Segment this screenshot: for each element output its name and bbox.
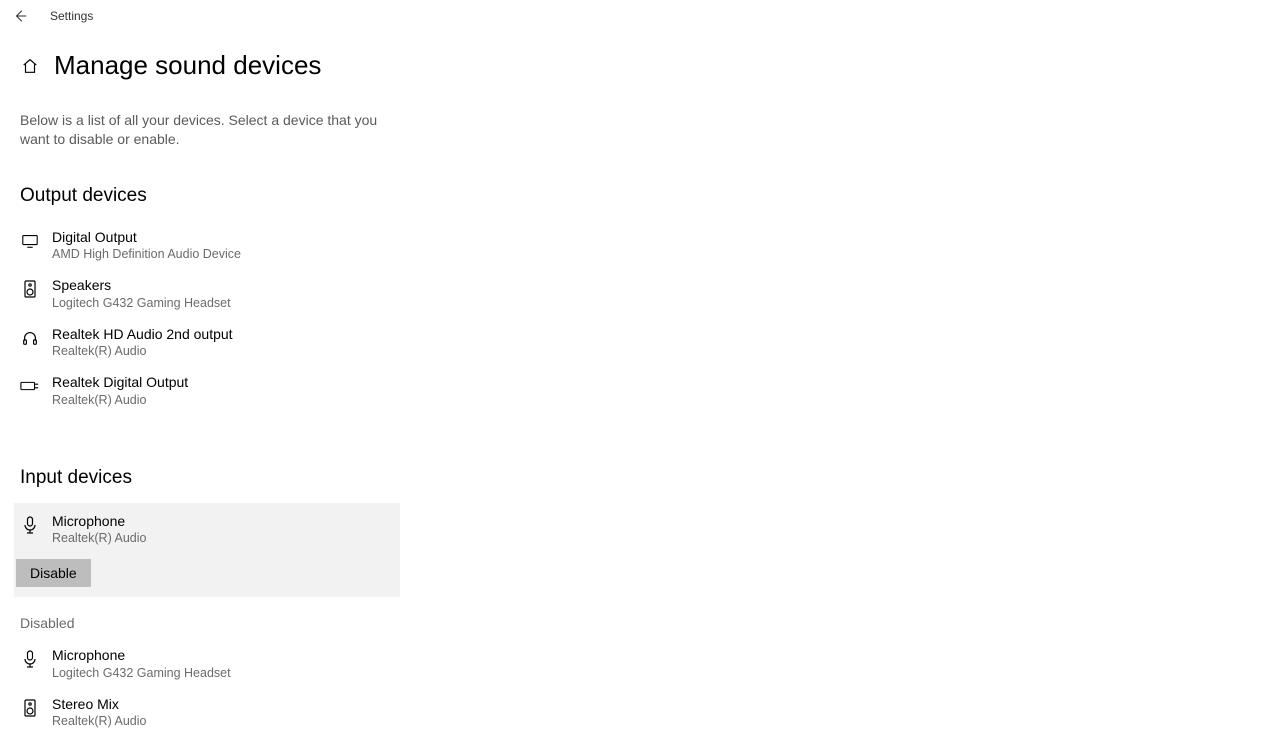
output-section-title: Output devices [20,185,1260,207]
device-digital-output[interactable]: Digital Output AMD High Definition Audio… [20,221,396,270]
device-sub: Realtek(R) Audio [52,344,396,358]
digital-icon [20,376,40,396]
page-header: Manage sound devices [0,32,1280,81]
back-button[interactable] [0,0,40,32]
device-sub: Realtek(R) Audio [52,393,396,407]
content: Below is a list of all your devices. Sel… [0,111,1280,736]
input-section-title: Input devices [20,467,1260,489]
device-sub: AMD High Definition Audio Device [52,247,396,261]
microphone-icon [20,515,40,535]
device-sub: Realtek(R) Audio [52,714,396,728]
monitor-icon [20,231,40,251]
device-name: Digital Output [52,229,396,247]
device-name: Speakers [52,277,396,295]
device-sub: Logitech G432 Gaming Headset [52,666,396,680]
device-realtek-2nd[interactable]: Realtek HD Audio 2nd output Realtek(R) A… [20,318,396,367]
device-speakers[interactable]: Speakers Logitech G432 Gaming Headset [20,269,396,318]
disable-button[interactable]: Disable [16,559,91,587]
titlebar: Settings [0,0,1280,32]
microphone-icon [20,649,40,669]
home-icon[interactable] [20,56,40,76]
device-microphone-disabled[interactable]: Microphone Logitech G432 Gaming Headset [20,639,396,688]
headphones-icon [20,328,40,348]
disabled-label: Disabled [20,615,1260,631]
device-name: Stereo Mix [52,696,396,714]
device-name: Microphone [52,513,390,531]
selected-device-block: Microphone Realtek(R) Audio Disable [14,503,400,598]
device-realtek-digital[interactable]: Realtek Digital Output Realtek(R) Audio [20,366,396,415]
device-name: Realtek HD Audio 2nd output [52,326,396,344]
device-name: Microphone [52,647,396,665]
device-name: Realtek Digital Output [52,374,396,392]
device-sub: Logitech G432 Gaming Headset [52,296,396,310]
app-name: Settings [50,9,93,23]
device-microphone-selected[interactable]: Microphone Realtek(R) Audio [14,503,390,554]
page-title: Manage sound devices [54,50,321,81]
device-sub: Realtek(R) Audio [52,531,390,545]
speaker-icon [20,279,40,299]
intro-text: Below is a list of all your devices. Sel… [20,111,390,149]
device-stereo-mix[interactable]: Stereo Mix Realtek(R) Audio [20,688,396,737]
arrow-left-icon [13,9,27,23]
speaker-icon [20,698,40,718]
